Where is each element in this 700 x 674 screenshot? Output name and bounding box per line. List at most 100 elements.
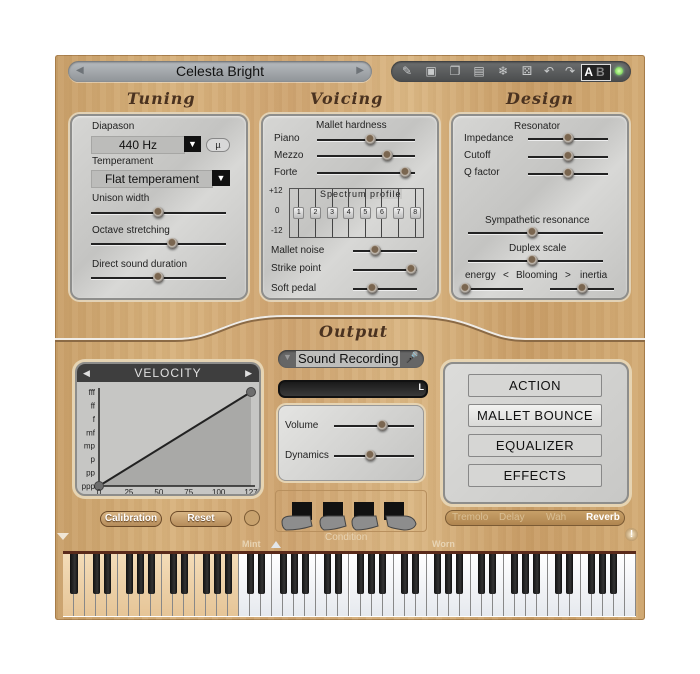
black-key[interactable]: [489, 554, 497, 594]
sound-recording-selector[interactable]: ▼ Sound Recording 🎤: [278, 350, 424, 368]
reset-button[interactable]: Reset: [170, 511, 232, 527]
equalizer-button[interactable]: EQUALIZER: [468, 434, 602, 457]
slider-knob[interactable]: [562, 133, 574, 144]
spectrum-band-handle[interactable]: 8: [409, 207, 421, 219]
paste-icon[interactable]: ▤: [472, 64, 486, 78]
black-key[interactable]: [478, 554, 486, 594]
slider-knob[interactable]: [364, 450, 376, 461]
microtuning-button[interactable]: µ: [206, 138, 230, 152]
slider-knob[interactable]: [369, 245, 381, 256]
black-key[interactable]: [522, 554, 530, 594]
spectrum-band-handle[interactable]: 1: [293, 207, 305, 219]
calibration-button[interactable]: Calibration: [100, 511, 162, 527]
fx-delay[interactable]: Delay: [499, 511, 525, 525]
slider-knob[interactable]: [459, 283, 471, 294]
volume-slider[interactable]: [334, 425, 414, 428]
black-key[interactable]: [213, 554, 221, 594]
black-key[interactable]: [368, 554, 376, 594]
velocity-curve-chart[interactable]: ffffffmfmppppppp0 25 50 75 100 127: [77, 382, 259, 494]
black-key[interactable]: [356, 554, 365, 594]
spectrum-profile-editor[interactable]: Spectrum profile 12345678: [289, 188, 424, 238]
effects-button[interactable]: EFFECTS: [468, 464, 602, 487]
fx-tremolo[interactable]: Tremolo: [452, 511, 488, 525]
slider-knob[interactable]: [382, 150, 394, 161]
spectrum-band-handle[interactable]: 6: [376, 207, 388, 219]
temperament-select[interactable]: Flat temperament: [91, 170, 213, 188]
blooming-energy-slider[interactable]: [465, 288, 523, 291]
edit-icon[interactable]: ✎: [400, 64, 414, 78]
slider-knob[interactable]: [399, 167, 411, 178]
black-key[interactable]: [257, 554, 265, 594]
fx-wah[interactable]: Wah: [546, 511, 566, 525]
octave-stretching-slider[interactable]: [91, 243, 226, 246]
black-key[interactable]: [456, 554, 464, 594]
velocity-next-icon[interactable]: ▶: [245, 364, 253, 382]
velocity-prev-icon[interactable]: ◀: [83, 364, 91, 382]
black-key[interactable]: [334, 554, 342, 594]
mallet-noise-slider[interactable]: [353, 250, 417, 253]
spectrum-band-handle[interactable]: 4: [343, 207, 355, 219]
black-key[interactable]: [379, 554, 387, 594]
black-key[interactable]: [588, 554, 596, 594]
black-key[interactable]: [434, 554, 442, 594]
slider-knob[interactable]: [166, 238, 178, 249]
save-icon[interactable]: ▣: [424, 64, 438, 78]
pedal-3[interactable]: [351, 502, 379, 531]
fx-reverb[interactable]: Reverb: [586, 511, 620, 525]
black-key[interactable]: [610, 554, 618, 594]
black-key[interactable]: [290, 554, 298, 594]
black-key[interactable]: [599, 554, 607, 594]
slider-knob[interactable]: [153, 272, 164, 283]
spectrum-band-handle[interactable]: 2: [309, 207, 321, 219]
black-key[interactable]: [555, 554, 563, 594]
white-key[interactable]: [624, 554, 636, 616]
black-key[interactable]: [301, 554, 309, 594]
black-key[interactable]: [169, 554, 177, 594]
black-key[interactable]: [125, 554, 133, 594]
black-key[interactable]: [323, 554, 331, 594]
black-key[interactable]: [566, 554, 574, 594]
black-key[interactable]: [533, 554, 541, 594]
recording-dropdown-icon[interactable]: ▼: [283, 352, 292, 362]
soft-pedal-slider[interactable]: [353, 288, 417, 291]
undo-icon[interactable]: ↶: [542, 64, 556, 78]
black-key[interactable]: [103, 554, 111, 594]
spectrum-band-handle[interactable]: 5: [359, 207, 371, 219]
keyboard-collapse-icon[interactable]: [57, 533, 69, 540]
mallet-mezzo-slider[interactable]: [317, 155, 415, 158]
diapason-dropdown-icon[interactable]: ▼: [184, 136, 201, 152]
velocity-knob-icon[interactable]: [244, 510, 260, 526]
ab-compare-button[interactable]: AB: [581, 64, 611, 81]
spectrum-band-handle[interactable]: 7: [393, 207, 405, 219]
slider-knob[interactable]: [376, 420, 388, 431]
info-icon[interactable]: !: [625, 528, 638, 541]
action-button[interactable]: ACTION: [468, 374, 602, 397]
microphone-icon[interactable]: 🎤: [405, 351, 419, 364]
black-key[interactable]: [224, 554, 232, 594]
next-preset-icon[interactable]: ▶: [356, 65, 364, 76]
black-key[interactable]: [136, 554, 144, 594]
black-key[interactable]: [445, 554, 453, 594]
spectrum-band-handle[interactable]: 3: [326, 207, 338, 219]
curve-point-1[interactable]: [246, 387, 256, 397]
black-key[interactable]: [70, 554, 78, 594]
black-key[interactable]: [279, 554, 287, 594]
slider-knob[interactable]: [576, 283, 588, 294]
pedal-2[interactable]: [319, 502, 347, 531]
black-key[interactable]: [202, 554, 210, 594]
slider-knob[interactable]: [366, 283, 378, 294]
black-key[interactable]: [180, 554, 188, 594]
condition-slider-handle[interactable]: [271, 541, 281, 548]
black-key[interactable]: [401, 554, 409, 594]
black-key[interactable]: [92, 554, 100, 594]
redo-icon[interactable]: ↷: [563, 64, 577, 78]
piano-keyboard[interactable]: [63, 551, 636, 617]
preset-selector[interactable]: ◀ Celesta Bright ▶: [68, 61, 372, 82]
slider-knob[interactable]: [153, 207, 164, 218]
black-key[interactable]: [511, 554, 519, 594]
mallet-bounce-button[interactable]: MALLET BOUNCE: [468, 404, 602, 427]
pedal-4[interactable]: [384, 502, 417, 531]
random-dice-icon[interactable]: ⚄: [520, 64, 534, 78]
freeze-icon[interactable]: ❄: [496, 64, 510, 78]
slider-knob[interactable]: [562, 168, 574, 179]
